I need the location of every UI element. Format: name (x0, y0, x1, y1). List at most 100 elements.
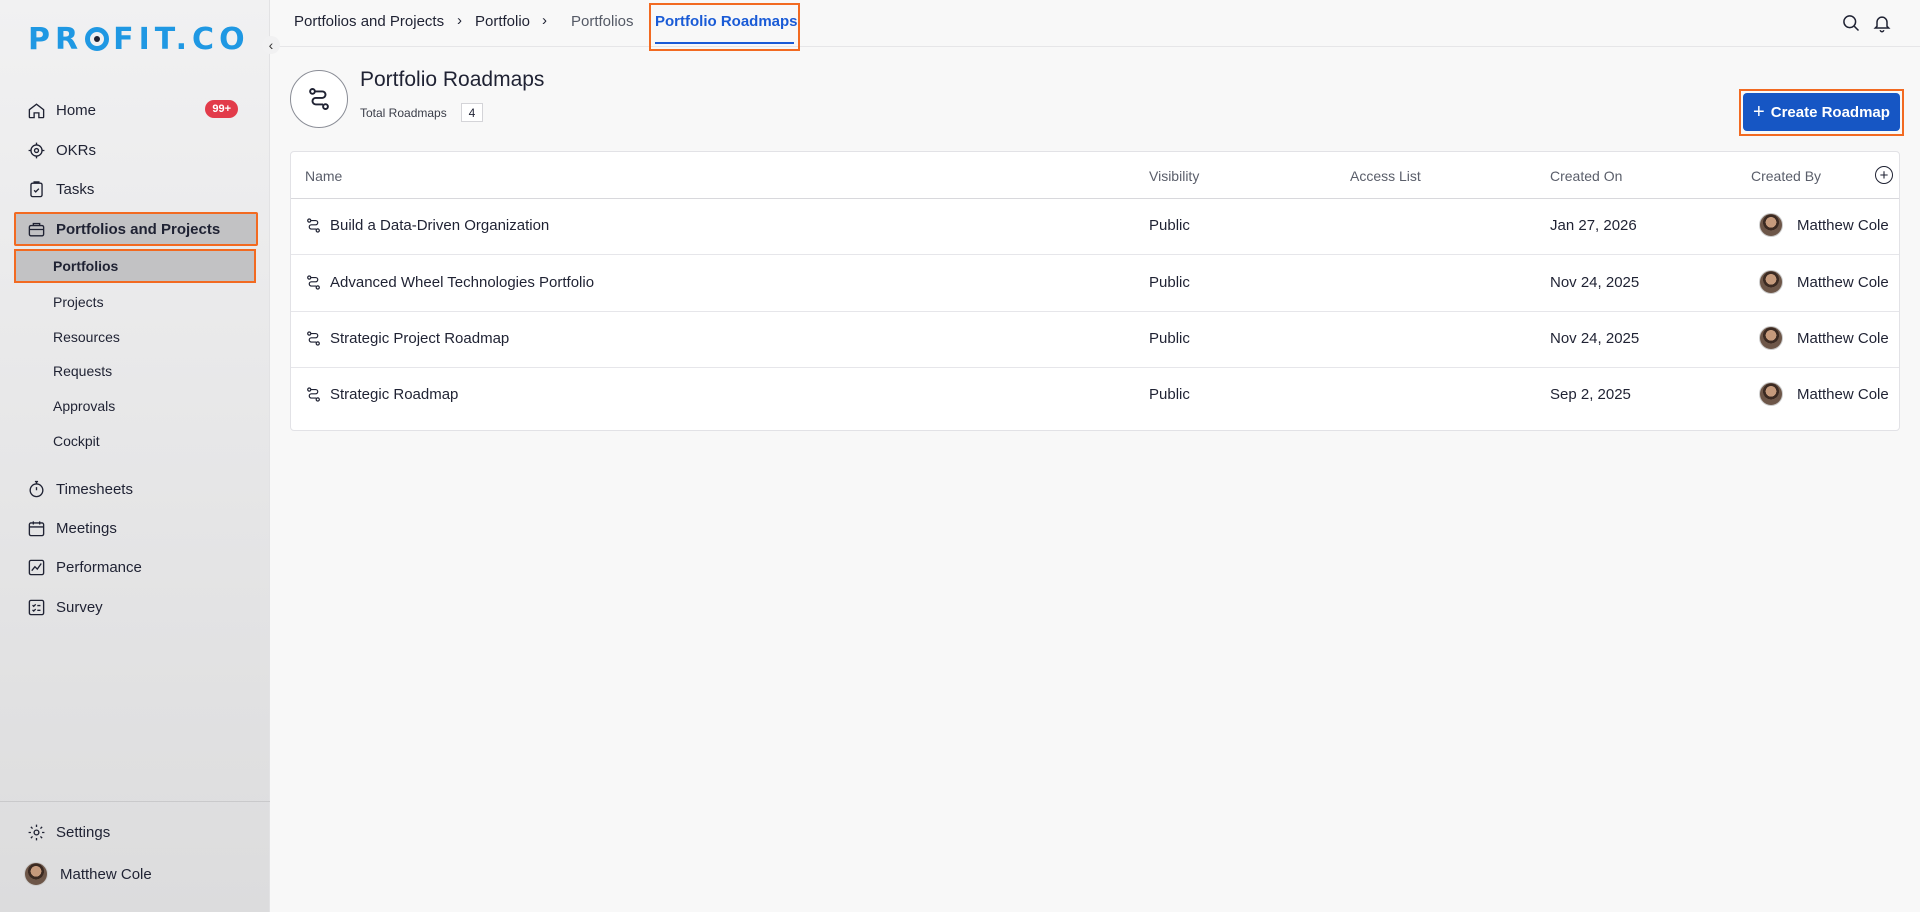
sidebar-item-label: Survey (56, 598, 103, 616)
collapse-sidebar-button[interactable]: ‹ (262, 36, 280, 54)
created-by-name: Matthew Cole (1797, 216, 1889, 234)
created-by-name: Matthew Cole (1797, 329, 1889, 347)
page-title: Portfolio Roadmaps (360, 68, 545, 91)
created-on-cell: Nov 24, 2025 (1550, 330, 1640, 347)
roadmap-name: Advanced Wheel Technologies Portfolio (330, 274, 595, 291)
logo-target-icon (85, 27, 110, 51)
created-by-cell: Matthew Cole (1759, 326, 1889, 350)
plus-icon: + (1753, 101, 1765, 123)
sidebar-subitem-requests[interactable]: Requests (14, 354, 256, 388)
avatar (1759, 326, 1783, 350)
breadcrumb-portfolios-and-projects[interactable]: Portfolios and Projects (294, 13, 444, 30)
home-icon (26, 100, 46, 120)
created-by-cell: Matthew Cole (1759, 213, 1889, 237)
breadcrumb-separator-icon: › (542, 12, 547, 29)
user-name: Matthew Cole (60, 865, 152, 883)
sidebar-item-settings[interactable]: Settings (14, 815, 258, 849)
avatar (1759, 270, 1783, 294)
roadmap-name: Build a Data-Driven Organization (330, 217, 550, 234)
profit-co-logo[interactable]: PR FIT.CO (28, 21, 250, 57)
sidebar-item-survey[interactable]: Survey (14, 590, 258, 624)
active-tab-indicator (655, 42, 794, 44)
roadmap-name-cell[interactable]: Strategic Project Roadmap (305, 330, 509, 347)
logo-text-right: FIT.CO (113, 21, 250, 57)
column-header-visibility[interactable]: Visibility (1149, 168, 1199, 184)
sidebar-item-label: Performance (56, 558, 142, 576)
sidebar-item-label: Timesheets (56, 480, 133, 498)
visibility-cell: Public (1149, 330, 1190, 347)
column-header-created-by[interactable]: Created By (1751, 168, 1821, 184)
visibility-cell: Public (1149, 217, 1190, 234)
sidebar-item-label: Portfolios and Projects (56, 220, 221, 238)
avatar (1759, 382, 1783, 406)
created-by-cell: Matthew Cole (1759, 270, 1889, 294)
create-roadmap-label: Create Roadmap (1770, 103, 1890, 121)
roadmap-name: Strategic Roadmap (330, 386, 459, 403)
roadmap-icon (307, 331, 320, 346)
sidebar-item-meetings[interactable]: Meetings (14, 511, 258, 545)
avatar (24, 862, 48, 886)
roadmaps-table: Name Visibility Access List Created On C… (290, 151, 1900, 431)
table-header: Name Visibility Access List Created On C… (291, 152, 1899, 199)
sidebar-item-timesheets[interactable]: Timesheets (14, 472, 258, 506)
sidebar-item-okrs[interactable]: OKRs (14, 133, 258, 167)
column-header-access-list[interactable]: Access List (1350, 168, 1421, 184)
created-by-name: Matthew Cole (1797, 385, 1889, 403)
visibility-cell: Public (1149, 274, 1190, 291)
calendar-icon (26, 518, 46, 538)
sidebar-subitem-approvals[interactable]: Approvals (14, 389, 256, 423)
roadmap-name-cell[interactable]: Build a Data-Driven Organization (305, 217, 549, 234)
column-header-name[interactable]: Name (305, 168, 342, 184)
roadmap-icon (307, 275, 320, 290)
create-roadmap-button[interactable]: + Create Roadmap (1743, 93, 1900, 131)
sidebar-divider (0, 801, 270, 802)
total-roadmaps-label: Total Roadmaps (360, 106, 447, 120)
roadmap-name-cell[interactable]: Advanced Wheel Technologies Portfolio (305, 274, 594, 291)
roadmap-icon (307, 218, 320, 233)
breadcrumb-portfolio[interactable]: Portfolio (475, 13, 530, 30)
roadmap-name: Strategic Project Roadmap (330, 330, 510, 347)
table-row[interactable]: Strategic Project Roadmap Public Nov 24,… (291, 312, 1899, 368)
sidebar-item-portfolios-and-projects[interactable]: Portfolios and Projects (14, 212, 258, 246)
target-icon (26, 140, 46, 160)
sidebar-subitem-resources[interactable]: Resources (14, 320, 256, 354)
stopwatch-icon (26, 479, 46, 499)
created-by-name: Matthew Cole (1797, 273, 1889, 291)
roadmap-name-cell[interactable]: Strategic Roadmap (305, 386, 458, 403)
table-row[interactable]: Advanced Wheel Technologies Portfolio Pu… (291, 256, 1899, 312)
created-by-cell: Matthew Cole (1759, 382, 1889, 406)
sidebar-subitem-projects[interactable]: Projects (14, 285, 256, 319)
roadmap-icon (290, 70, 348, 128)
logo-text-left: PR (28, 21, 84, 57)
visibility-cell: Public (1149, 386, 1190, 403)
sidebar-item-label: Tasks (56, 180, 95, 198)
sidebar-item-performance[interactable]: Performance (14, 550, 258, 584)
total-roadmaps-count: 4 (461, 103, 483, 122)
checklist-icon (26, 597, 46, 617)
chart-line-icon (26, 557, 46, 577)
created-on-cell: Jan 27, 2026 (1550, 217, 1637, 234)
sidebar-subitem-portfolios[interactable]: Portfolios (14, 249, 256, 283)
tab-portfolios[interactable]: Portfolios (571, 13, 634, 30)
column-header-created-on[interactable]: Created On (1550, 168, 1622, 184)
bell-icon[interactable] (1872, 13, 1894, 35)
created-on-cell: Sep 2, 2025 (1550, 386, 1631, 403)
clipboard-icon (26, 179, 46, 199)
table-row[interactable]: Strategic Roadmap Public Sep 2, 2025 Mat… (291, 368, 1899, 424)
sidebar: PR FIT.CO Home 99+ OKRs Tasks Portfolios … (0, 0, 270, 912)
table-row[interactable]: Build a Data-Driven Organization Public … (291, 199, 1899, 255)
briefcase-icon (26, 219, 46, 239)
created-on-cell: Nov 24, 2025 (1550, 274, 1640, 291)
avatar (1759, 213, 1783, 237)
add-column-icon[interactable]: + (1875, 166, 1893, 184)
breadcrumb-separator-icon: › (457, 12, 462, 29)
sidebar-user-profile[interactable]: Matthew Cole (14, 857, 258, 891)
notification-badge: 99+ (205, 100, 238, 118)
sidebar-item-home[interactable]: Home 99+ (14, 93, 258, 127)
sidebar-item-label: Home (56, 101, 97, 119)
sidebar-item-label: Meetings (56, 519, 117, 537)
search-icon[interactable] (1841, 13, 1863, 35)
sidebar-subitem-cockpit[interactable]: Cockpit (14, 424, 256, 458)
sidebar-item-label: OKRs (56, 141, 97, 159)
sidebar-item-tasks[interactable]: Tasks (14, 172, 258, 206)
